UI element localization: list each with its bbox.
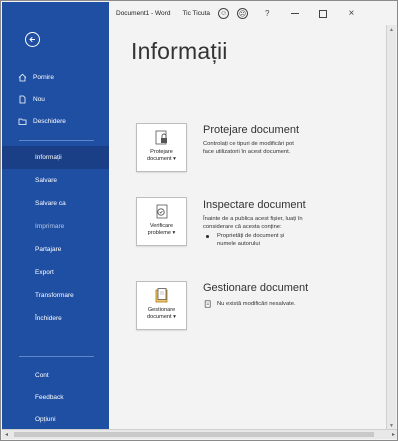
inspect-document-icon bbox=[156, 204, 167, 219]
sidebar-top-nav: Pornire Nou Deschidere bbox=[2, 66, 109, 132]
scroll-up-arrow-icon[interactable]: ▲ bbox=[389, 27, 394, 33]
sidebar-item-imprimare[interactable]: Imprimare bbox=[2, 215, 109, 238]
sidebar-item-export[interactable]: Export bbox=[2, 261, 109, 284]
home-icon bbox=[18, 73, 27, 81]
word-backstage-window: Pornire Nou Deschidere Informații Salvar… bbox=[0, 0, 398, 441]
sidebar-divider bbox=[19, 356, 94, 357]
check-issues-button[interactable]: Verificare probleme ▾ bbox=[136, 197, 187, 246]
sidebar-item-pornire[interactable]: Pornire bbox=[2, 66, 109, 88]
document-status-icon bbox=[204, 300, 211, 308]
sidebar-item-transformare[interactable]: Transformare bbox=[2, 284, 109, 307]
manage-section-title: Gestionare document bbox=[203, 282, 309, 294]
sidebar-main-nav: Informații Salvare Salvare ca Imprimare … bbox=[2, 146, 109, 330]
horizontal-scrollbar[interactable]: ◂ ▸ bbox=[2, 429, 397, 439]
inspect-section-description: Înainte de a publica acest fișier, luați… bbox=[203, 216, 303, 230]
protect-document-button[interactable]: Protejare document ▾ bbox=[136, 123, 187, 172]
manage-document-button[interactable]: Gestionare document ▾ bbox=[136, 281, 187, 330]
sidebar-item-salvare-ca[interactable]: Salvare ca bbox=[2, 192, 109, 215]
protect-section-title: Protejare document bbox=[203, 124, 299, 136]
protect-button-label: Protejare document ▾ bbox=[147, 149, 176, 162]
maximize-button[interactable] bbox=[319, 9, 328, 18]
bullet-dot bbox=[206, 235, 209, 238]
smiley-icon[interactable]: ☺ bbox=[218, 8, 230, 19]
window-titlebar: Document1 - Word Tic Ticuta ☺ ☹ ? × bbox=[109, 2, 396, 25]
sidebar-divider bbox=[19, 140, 94, 141]
check-issues-label: Verificare probleme ▾ bbox=[147, 223, 176, 236]
scroll-left-arrow-icon[interactable]: ◂ bbox=[5, 431, 8, 438]
close-button[interactable]: × bbox=[348, 8, 354, 19]
sidebar-item-label: Pornire bbox=[33, 73, 54, 81]
sidebar-item-inchidere[interactable]: Închidere bbox=[2, 307, 109, 330]
minimize-button[interactable] bbox=[291, 13, 300, 14]
manage-status: Nu există modificări nesalvate. bbox=[204, 300, 296, 308]
sidebar-item-salvare[interactable]: Salvare bbox=[2, 169, 109, 192]
sidebar-item-informatii[interactable]: Informații bbox=[2, 146, 109, 169]
backstage-sidebar: Pornire Nou Deschidere Informații Salvar… bbox=[2, 2, 109, 430]
help-button[interactable]: ? bbox=[265, 9, 269, 18]
user-name[interactable]: Tic Ticuta bbox=[182, 10, 210, 17]
document-title: Document1 - Word bbox=[116, 10, 171, 17]
lock-icon bbox=[155, 130, 167, 145]
folder-open-icon bbox=[18, 118, 27, 125]
scroll-right-arrow-icon[interactable]: ▸ bbox=[392, 431, 395, 438]
sidebar-item-feedback[interactable]: Feedback bbox=[2, 386, 109, 408]
sidebar-item-label: Deschidere bbox=[33, 117, 66, 125]
back-arrow-icon[interactable] bbox=[25, 32, 40, 47]
protect-section-description: Controlați ce tipuri de modificări pot fa… bbox=[203, 141, 294, 155]
sidebar-item-optiuni[interactable]: Opțiuni bbox=[2, 408, 109, 430]
manage-document-label: Gestionare document ▾ bbox=[147, 307, 176, 320]
sidebar-item-nou[interactable]: Nou bbox=[2, 88, 109, 110]
frown-icon[interactable]: ☹ bbox=[237, 8, 249, 19]
sidebar-item-partajare[interactable]: Partajare bbox=[2, 238, 109, 261]
horizontal-scroll-thumb[interactable] bbox=[14, 432, 374, 437]
sidebar-item-cont[interactable]: Cont bbox=[2, 364, 109, 386]
sidebar-item-label: Nou bbox=[33, 95, 45, 103]
sidebar-item-deschidere[interactable]: Deschidere bbox=[2, 110, 109, 132]
inspect-section-title: Inspectare document bbox=[203, 199, 306, 211]
new-document-icon bbox=[19, 95, 26, 103]
sidebar-bottom-nav: Cont Feedback Opțiuni bbox=[2, 364, 109, 430]
page-title: Informații bbox=[131, 38, 228, 64]
manage-document-icon bbox=[155, 288, 167, 303]
vertical-scrollbar[interactable]: ▲ ▼ bbox=[386, 25, 396, 431]
